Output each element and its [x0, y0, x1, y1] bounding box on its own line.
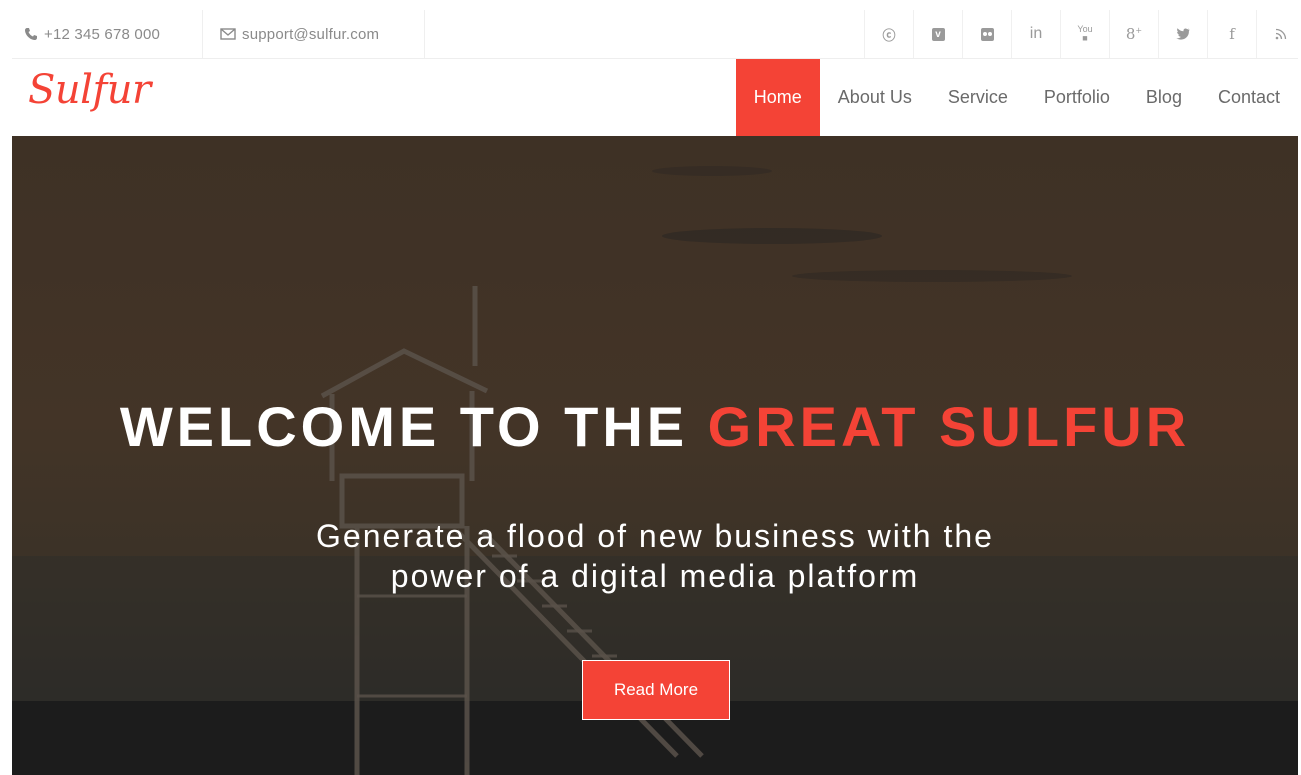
linkedin-link[interactable]: in	[1011, 10, 1060, 58]
nav-item-home[interactable]: Home	[735, 59, 820, 136]
linkedin-icon: in	[1029, 25, 1043, 42]
top-bar: +12 345 678 000 support@sulfur.com ⓒ v i…	[12, 10, 1298, 59]
youtube-icon: You ■	[1077, 24, 1093, 43]
google-plus-icon: 8+	[1125, 25, 1143, 43]
divider	[202, 10, 203, 58]
hero-subtitle-line-2: power of a digital media platform	[390, 558, 920, 594]
skype-icon: ⓒ	[882, 27, 896, 43]
site-logo[interactable]: Sulfur	[28, 67, 151, 113]
flickr-link[interactable]	[962, 10, 1011, 58]
hero-title: WELCOME TO THE GREAT SULFUR	[12, 394, 1298, 459]
hero-subtitle: Generate a flood of new business with th…	[12, 516, 1298, 596]
facebook-icon: f	[1229, 25, 1235, 43]
divider	[424, 10, 425, 58]
nav-item-contact[interactable]: Contact	[1200, 59, 1298, 136]
email-contact[interactable]: support@sulfur.com	[220, 10, 379, 58]
facebook-link[interactable]: f	[1207, 10, 1256, 58]
main-nav: Home About Us Service Portfolio Blog Con…	[735, 59, 1298, 136]
rss-icon	[1275, 28, 1287, 40]
hero-title-main: WELCOME TO THE	[119, 395, 708, 458]
hero-subtitle-line-1: Generate a flood of new business with th…	[316, 518, 994, 554]
twitter-link[interactable]	[1158, 10, 1207, 58]
rss-link[interactable]	[1256, 10, 1301, 58]
envelope-icon	[220, 28, 236, 40]
phone-contact[interactable]: +12 345 678 000	[24, 10, 160, 58]
phone-number: +12 345 678 000	[44, 25, 161, 43]
hero-title-accent: GREAT SULFUR	[707, 395, 1191, 458]
nav-item-portfolio[interactable]: Portfolio	[1026, 59, 1128, 136]
social-links: ⓒ v in You ■ 8+ f	[864, 10, 1301, 58]
nav-item-service[interactable]: Service	[930, 59, 1026, 136]
phone-icon	[25, 28, 37, 40]
email-address: support@sulfur.com	[242, 25, 380, 43]
nav-item-about-us[interactable]: About Us	[820, 59, 930, 136]
nav-item-blog[interactable]: Blog	[1128, 59, 1200, 136]
skype-link[interactable]: ⓒ	[864, 10, 913, 58]
main-header: Sulfur Home About Us Service Portfolio B…	[12, 59, 1298, 136]
read-more-button[interactable]: Read More	[582, 660, 730, 720]
vimeo-link[interactable]: v	[913, 10, 962, 58]
hero-banner: WELCOME TO THE GREAT SULFUR Generate a f…	[12, 136, 1298, 775]
google-plus-link[interactable]: 8+	[1109, 10, 1158, 58]
youtube-link[interactable]: You ■	[1060, 10, 1109, 58]
vimeo-icon: v	[931, 27, 945, 41]
twitter-icon	[1176, 28, 1190, 40]
flickr-icon	[980, 27, 994, 41]
